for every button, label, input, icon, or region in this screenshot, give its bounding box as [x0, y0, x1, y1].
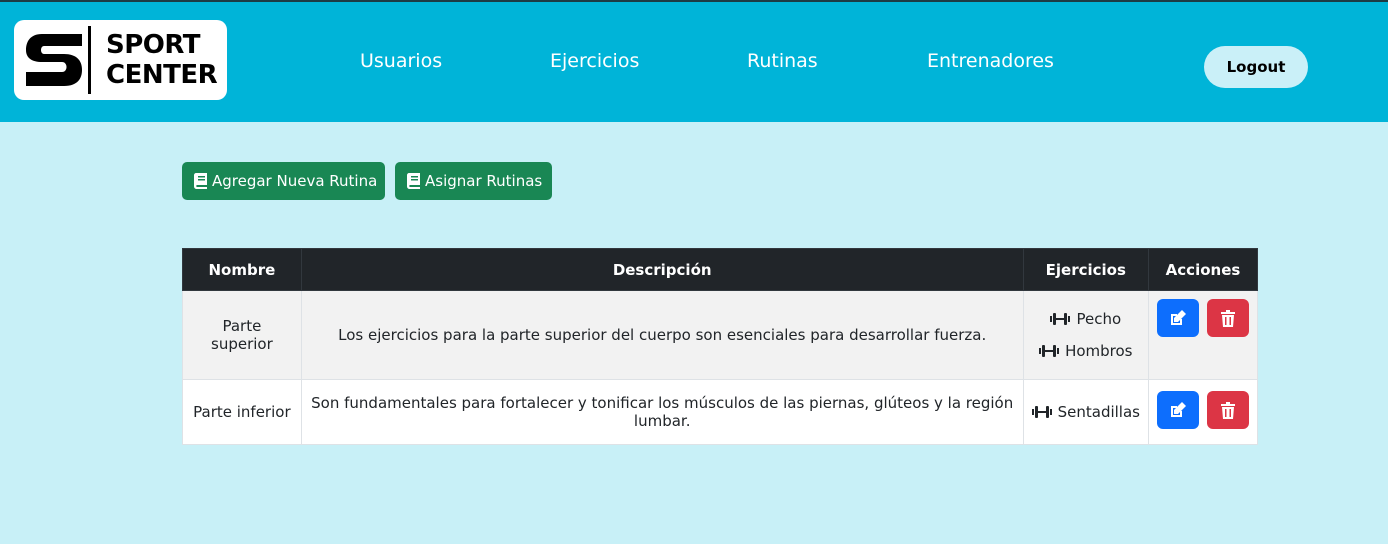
exercise-item: Sentadillas	[1031, 396, 1140, 428]
edit-icon	[1170, 310, 1186, 325]
logo-s-icon	[26, 34, 82, 86]
add-routine-button[interactable]: Agregar Nueva Rutina	[182, 162, 385, 200]
exercise-item: Hombros	[1032, 335, 1140, 367]
table-header-row: Nombre Descripción Ejercicios Acciones	[182, 248, 1259, 291]
cell-descripcion: Son fundamentales para fortalecer y toni…	[300, 379, 1024, 445]
book-icon	[194, 173, 207, 189]
nav-ejercicios[interactable]: Ejercicios	[550, 50, 639, 72]
nav-rutinas[interactable]: Rutinas	[747, 50, 818, 72]
cell-ejercicios: Sentadillas	[1022, 379, 1149, 445]
cell-nombre: Parte inferior	[182, 379, 302, 445]
logo-line-2: CENTER	[106, 60, 218, 90]
cell-descripcion: Los ejercicios para la parte superior de…	[300, 290, 1024, 380]
nav-usuarios[interactable]: Usuarios	[360, 50, 442, 72]
trash-icon	[1220, 401, 1235, 419]
table-row: Parte inferior Son fundamentales para fo…	[182, 379, 1259, 445]
edit-button[interactable]	[1156, 391, 1199, 429]
dumbbell-icon	[1050, 313, 1071, 325]
delete-button[interactable]	[1206, 391, 1249, 429]
cell-nombre: Parte superior	[182, 290, 302, 380]
assign-routines-button[interactable]: Asignar Rutinas	[395, 162, 552, 200]
book-icon	[407, 173, 420, 189]
edit-button[interactable]	[1156, 299, 1199, 337]
cell-acciones	[1147, 379, 1259, 445]
exercise-name: Hombros	[1065, 342, 1133, 360]
add-routine-label: Agregar Nueva Rutina	[212, 172, 378, 190]
header-descripcion: Descripción	[300, 248, 1024, 291]
dumbbell-icon	[1039, 345, 1060, 357]
nav-entrenadores[interactable]: Entrenadores	[927, 50, 1054, 72]
cell-ejercicios: Pecho Hombros	[1022, 290, 1149, 380]
logo-text: SPORT CENTER	[106, 30, 224, 90]
exercise-name: Pecho	[1076, 310, 1122, 328]
logo[interactable]: SPORT CENTER	[14, 20, 227, 100]
header-acciones: Acciones	[1147, 248, 1259, 291]
delete-button[interactable]	[1206, 299, 1249, 337]
logo-divider	[88, 26, 91, 94]
header-nombre: Nombre	[182, 248, 302, 291]
navbar: SPORT CENTER Usuarios Ejercicios Rutinas…	[0, 2, 1388, 122]
routines-table: Nombre Descripción Ejercicios Acciones P…	[182, 248, 1259, 445]
dumbbell-icon	[1031, 406, 1052, 418]
assign-routines-label: Asignar Rutinas	[425, 172, 543, 190]
exercise-name: Sentadillas	[1057, 403, 1140, 421]
trash-icon	[1220, 309, 1235, 327]
cell-acciones	[1147, 290, 1259, 380]
table-row: Parte superior Los ejercicios para la pa…	[182, 290, 1259, 380]
logout-button[interactable]: Logout	[1204, 46, 1308, 88]
exercise-item: Pecho	[1032, 303, 1140, 335]
edit-icon	[1170, 402, 1186, 417]
logo-line-1: SPORT	[106, 30, 200, 60]
header-ejercicios: Ejercicios	[1022, 248, 1149, 291]
